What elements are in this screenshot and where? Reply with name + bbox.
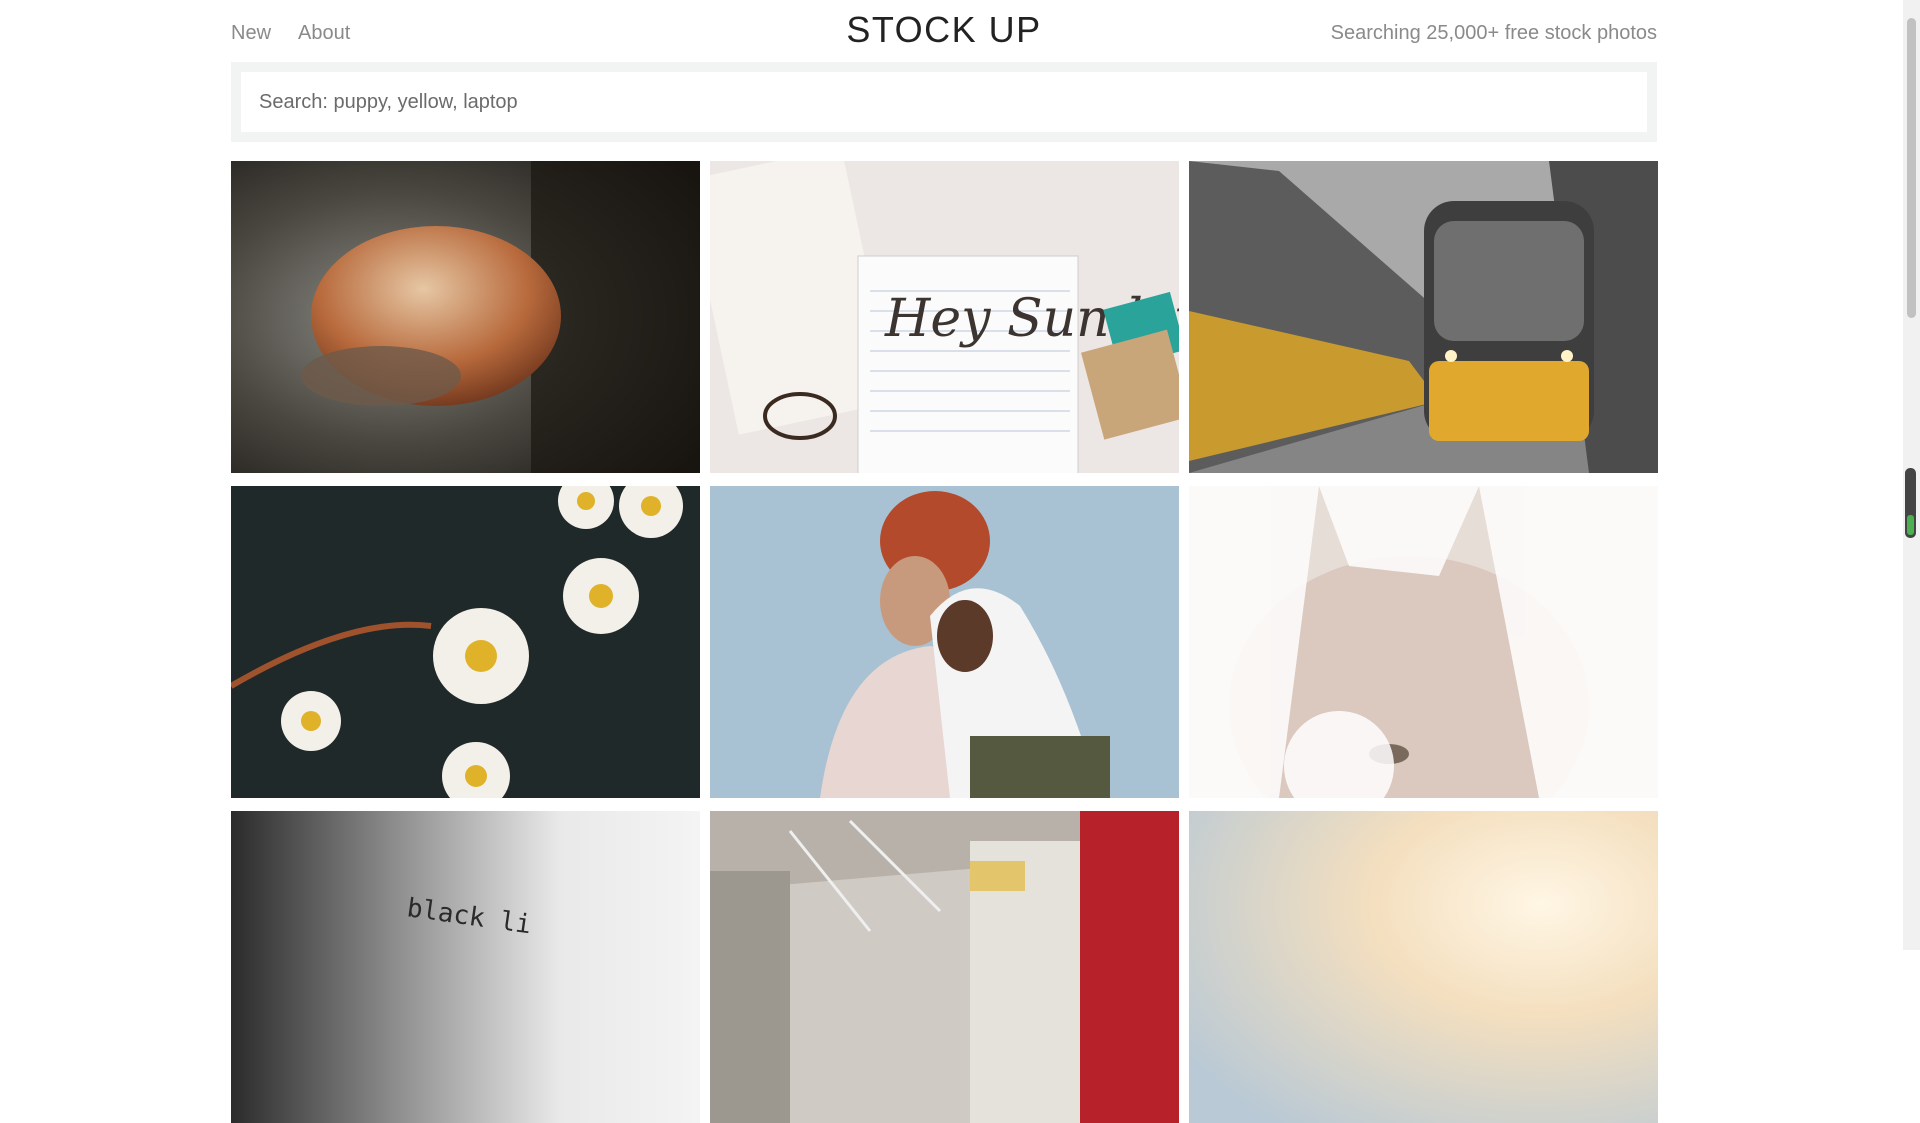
photo-image [231, 161, 700, 473]
photo-image [1189, 811, 1658, 1123]
photo-bread[interactable] [231, 161, 700, 473]
photo-lace[interactable] [1189, 486, 1658, 798]
photo-image [231, 486, 700, 798]
photo-image [1189, 486, 1658, 798]
photo-image [710, 486, 1179, 798]
photo-count-tagline: Searching 25,000+ free stock photos [1330, 22, 1657, 44]
photo-fabric-text[interactable]: black li [231, 811, 700, 1123]
scroll-thumb[interactable] [1907, 18, 1916, 318]
photo-daisies[interactable] [231, 486, 700, 798]
photo-headscarves[interactable] [710, 486, 1179, 798]
search-bar [231, 62, 1657, 142]
photo-image [710, 811, 1179, 1123]
photo-notebook[interactable]: Hey Sunday [710, 161, 1179, 473]
photo-image [1189, 161, 1658, 473]
page-scrollbar[interactable] [1903, 0, 1920, 950]
photo-tram[interactable] [1189, 161, 1658, 473]
photo-sunset[interactable] [1189, 811, 1658, 1123]
photo-image: black li [231, 811, 700, 1123]
site-header: New About STOCK UP Searching 25,000+ fre… [231, 0, 1657, 62]
scroll-marker-highlight [1907, 515, 1914, 535]
photo-interior[interactable] [710, 811, 1179, 1123]
search-input[interactable] [241, 72, 1647, 132]
photo-image: Hey Sunday [710, 161, 1179, 473]
